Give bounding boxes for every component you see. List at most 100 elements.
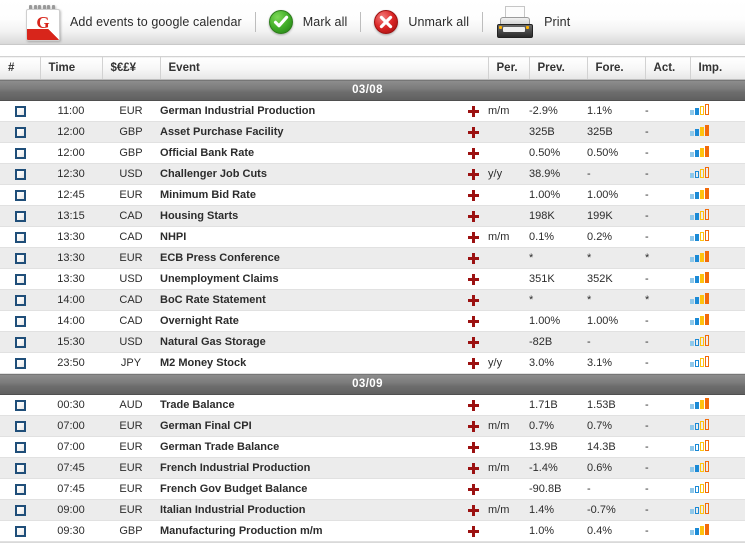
row-checkbox[interactable] bbox=[14, 525, 26, 537]
row-checkbox[interactable] bbox=[14, 252, 26, 264]
impact-bar-4 bbox=[705, 230, 710, 241]
row-checkbox[interactable] bbox=[14, 420, 26, 432]
expand-plus-icon[interactable] bbox=[467, 336, 479, 348]
table-row[interactable]: 12:30 USD Challenger Job Cuts y/y 38.9% - - bbox=[0, 163, 745, 185]
cell-currency: GBP bbox=[102, 520, 160, 542]
expand-plus-icon[interactable] bbox=[467, 483, 479, 495]
table-row[interactable]: 12:00 GBP Asset Purchase Facility 325B 325B - bbox=[0, 121, 745, 143]
cell-previous: 1.00% bbox=[529, 310, 588, 332]
expand-plus-icon[interactable] bbox=[467, 357, 479, 369]
cell-event: Housing Starts bbox=[160, 205, 458, 227]
table-row[interactable]: 07:45 EUR French Gov Budget Balance -90.8B -… bbox=[0, 478, 745, 500]
table-row[interactable]: 09:00 EUR Italian Industrial Production m/m… bbox=[0, 499, 745, 521]
expand-plus-icon[interactable] bbox=[467, 147, 479, 159]
mark-all-button[interactable]: Mark all bbox=[268, 0, 348, 44]
row-checkbox[interactable] bbox=[14, 357, 26, 369]
expand-row-cell bbox=[458, 142, 489, 164]
table-row[interactable]: 07:45 EUR French Industrial Production m/m -… bbox=[0, 457, 745, 479]
row-checkbox[interactable] bbox=[14, 462, 26, 474]
row-checkbox[interactable] bbox=[14, 441, 26, 453]
table-row[interactable]: 23:50 JPY M2 Money Stock y/y 3.0% 3.1% - bbox=[0, 352, 745, 374]
table-row[interactable]: 13:30 USD Unemployment Claims 351K 352K - bbox=[0, 268, 745, 290]
table-row[interactable]: 14:00 CAD BoC Rate Statement * * * bbox=[0, 289, 745, 311]
expand-plus-icon[interactable] bbox=[467, 231, 479, 243]
expand-plus-icon[interactable] bbox=[467, 504, 479, 516]
cell-currency: CAD bbox=[102, 289, 160, 311]
expand-plus-icon[interactable] bbox=[467, 126, 479, 138]
impact-bar-4 bbox=[705, 419, 710, 430]
column-header-imp[interactable]: Imp. bbox=[690, 56, 745, 80]
cell-event: Overnight Rate bbox=[160, 310, 458, 332]
impact-bar-3 bbox=[700, 106, 705, 115]
row-checkbox[interactable] bbox=[14, 189, 26, 201]
table-header-row: # Time $€£¥ Event Per. Prev. Fore. Act. … bbox=[0, 56, 745, 80]
table-row[interactable]: 13:30 CAD NHPI m/m 0.1% 0.2% - bbox=[0, 226, 745, 248]
row-checkbox-cell bbox=[0, 331, 40, 353]
row-checkbox[interactable] bbox=[14, 231, 26, 243]
column-header-prev[interactable]: Prev. bbox=[529, 56, 588, 80]
expand-row-cell bbox=[458, 226, 489, 248]
expand-plus-icon[interactable] bbox=[467, 168, 479, 180]
expand-plus-icon[interactable] bbox=[467, 441, 479, 453]
print-button[interactable]: Print bbox=[496, 0, 570, 44]
table-row[interactable]: 12:45 EUR Minimum Bid Rate 1.00% 1.00% - bbox=[0, 184, 745, 206]
table-row[interactable]: 13:30 EUR ECB Press Conference * * * bbox=[0, 247, 745, 269]
expand-plus-icon[interactable] bbox=[467, 315, 479, 327]
column-header-fore[interactable]: Fore. bbox=[587, 56, 646, 80]
table-row[interactable]: 07:00 EUR German Trade Balance 13.9B 14.3B - bbox=[0, 436, 745, 458]
expand-plus-icon[interactable] bbox=[467, 273, 479, 285]
row-checkbox[interactable] bbox=[14, 294, 26, 306]
column-header-per[interactable]: Per. bbox=[488, 56, 530, 80]
add-events-to-google-calendar-button[interactable]: G Add events to google calendar bbox=[26, 0, 242, 44]
table-row[interactable]: 15:30 USD Natural Gas Storage -82B - - bbox=[0, 331, 745, 353]
row-checkbox[interactable] bbox=[14, 336, 26, 348]
expand-plus-icon[interactable] bbox=[467, 462, 479, 474]
expand-plus-icon[interactable] bbox=[467, 525, 479, 537]
cell-time: 07:45 bbox=[40, 457, 102, 479]
expand-plus-icon[interactable] bbox=[467, 252, 479, 264]
impact-bar-4 bbox=[705, 461, 710, 472]
column-header-event[interactable]: Event bbox=[160, 56, 489, 80]
table-row[interactable]: 14:00 CAD Overnight Rate 1.00% 1.00% - bbox=[0, 310, 745, 332]
row-checkbox[interactable] bbox=[14, 147, 26, 159]
row-checkbox[interactable] bbox=[14, 105, 26, 117]
expand-plus-icon[interactable] bbox=[467, 189, 479, 201]
table-row[interactable]: 11:00 EUR German Industrial Production m/m -… bbox=[0, 100, 745, 122]
column-header-num[interactable]: # bbox=[0, 56, 41, 80]
expand-plus-icon[interactable] bbox=[467, 399, 479, 411]
table-row[interactable]: 00:30 AUD Trade Balance 1.71B 1.53B - bbox=[0, 394, 745, 416]
table-row[interactable]: 12:00 GBP Official Bank Rate 0.50% 0.50% - bbox=[0, 142, 745, 164]
impact-bars bbox=[690, 104, 710, 115]
impact-bar-1 bbox=[690, 278, 695, 283]
column-header-currency[interactable]: $€£¥ bbox=[102, 56, 161, 80]
row-checkbox-cell bbox=[0, 247, 40, 269]
impact-bar-3 bbox=[700, 169, 705, 178]
expand-plus-icon[interactable] bbox=[467, 294, 479, 306]
expand-plus-icon[interactable] bbox=[467, 420, 479, 432]
table-row[interactable]: 13:15 CAD Housing Starts 198K 199K - bbox=[0, 205, 745, 227]
table-row[interactable]: 09:30 GBP Manufacturing Production m/m 1.0%… bbox=[0, 520, 745, 542]
row-checkbox[interactable] bbox=[14, 399, 26, 411]
row-checkbox-cell bbox=[0, 352, 40, 374]
table-row[interactable]: 07:00 EUR German Final CPI m/m 0.7% 0.7% - bbox=[0, 415, 745, 437]
cell-time: 07:00 bbox=[40, 436, 102, 458]
column-header-act[interactable]: Act. bbox=[645, 56, 691, 80]
row-checkbox[interactable] bbox=[14, 483, 26, 495]
calendar-body: G bbox=[26, 9, 60, 41]
cell-previous: 1.71B bbox=[529, 394, 588, 416]
row-checkbox[interactable] bbox=[14, 504, 26, 516]
row-checkbox-cell bbox=[0, 121, 40, 143]
row-checkbox[interactable] bbox=[14, 315, 26, 327]
row-checkbox[interactable] bbox=[14, 126, 26, 138]
unmark-all-button[interactable]: Unmark all bbox=[374, 0, 469, 44]
expand-plus-icon[interactable] bbox=[467, 210, 479, 222]
row-checkbox[interactable] bbox=[14, 168, 26, 180]
row-checkbox[interactable] bbox=[14, 210, 26, 222]
impact-bar-1 bbox=[690, 299, 695, 304]
column-header-time[interactable]: Time bbox=[40, 56, 103, 80]
cell-currency: EUR bbox=[102, 184, 160, 206]
impact-bar-2 bbox=[695, 108, 700, 115]
row-checkbox[interactable] bbox=[14, 273, 26, 285]
expand-plus-icon[interactable] bbox=[467, 105, 479, 117]
toolbar: G Add events to google calendar Mark all bbox=[0, 0, 745, 45]
